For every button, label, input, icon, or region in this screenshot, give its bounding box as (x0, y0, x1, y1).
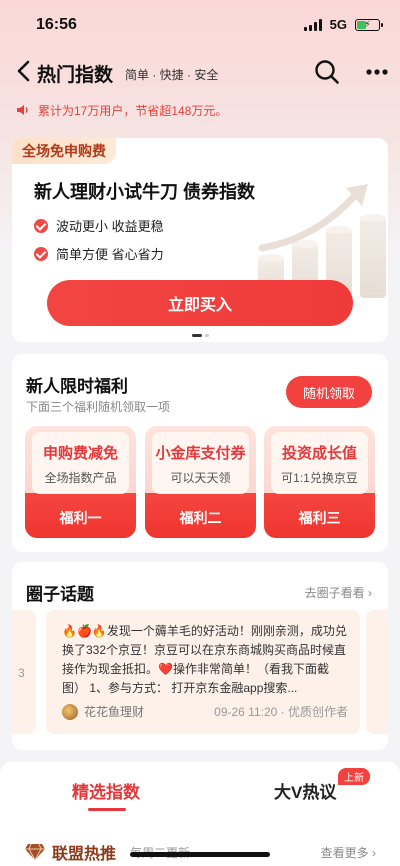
chevron-right-icon: › (368, 586, 372, 600)
benefits-title: 新人限时福利 (26, 377, 128, 396)
tab-bigv-discussion[interactable]: 大V热议 (274, 778, 336, 803)
benefits-card: 新人限时福利 下面三个福利随机领取一项 随机领取 申购费减免 全场指数产品 福利… (12, 354, 388, 552)
gem-icon (25, 843, 45, 861)
promo-card: 全场免申购费 新人理财小试牛刀 债券指数 波动更小 收益更稳 简单方便 省心省力… (12, 138, 388, 342)
tab-underline (88, 808, 126, 811)
author-name: 花花鱼理财 (84, 705, 145, 719)
post-card-prev[interactable]: 3 (12, 610, 36, 734)
battery-icon: ⚡ (355, 18, 383, 31)
back-icon[interactable] (14, 58, 36, 84)
post-text: 🔥🍎🔥发现一个薅羊毛的好活动！刚刚亲测，成功兑换了332个京豆！京豆可以在京东商… (62, 624, 347, 695)
notice-text: 累计为17万用户，节省超148万元。 (38, 103, 228, 118)
bottom-tabs-card: 精选指数 大V热议 上新 联盟热推 每周二更新 查看更多 › (0, 762, 400, 866)
chevron-right-icon: › (372, 846, 376, 860)
more-icon[interactable] (365, 68, 389, 76)
status-bar: 16:56 5G ⚡ (0, 0, 400, 50)
post-author: 花花鱼理财 (62, 703, 144, 720)
home-indicator[interactable] (130, 852, 270, 857)
status-time: 16:56 (36, 16, 77, 33)
speaker-icon (17, 105, 28, 115)
promo-title: 新人理财小试牛刀 债券指数 (34, 182, 255, 202)
promo-feature-label: 简单方便 省心省力 (56, 247, 164, 262)
benefits-subtitle: 下面三个福利随机领取一项 (26, 400, 171, 414)
post-card-next[interactable] (366, 610, 388, 734)
coupon-desc: 全场指数产品 (44, 471, 117, 485)
coupon-title: 投资成长值 (281, 445, 357, 462)
topics-more-link[interactable]: 去圈子看看 › (305, 584, 372, 601)
coupon-name: 福利三 (298, 510, 341, 526)
avatar (62, 703, 78, 720)
check-icon (34, 246, 48, 261)
page-subtitle: 简单 · 快捷 · 安全 (125, 68, 219, 82)
carousel-indicator (192, 334, 209, 337)
promo-feature-label: 波动更小 收益更稳 (56, 219, 164, 234)
search-icon[interactable] (314, 59, 340, 85)
coupon-desc: 可以天天领 (170, 471, 231, 485)
topics-more-label: 去圈子看看 (304, 586, 365, 600)
new-badge: 上新 (338, 768, 370, 785)
promo-feature: 波动更小 收益更稳 (34, 216, 164, 235)
coupon-desc: 可1:1兑换京豆 (281, 471, 358, 485)
coupon-name: 福利一 (59, 510, 102, 526)
topics-card: 圈子话题 去圈子看看 › 3 🔥🍎🔥发现一个薅羊毛的好活动！刚刚亲测，成功兑换了… (12, 562, 388, 750)
league-more-link[interactable]: 查看更多 › (321, 844, 376, 861)
promo-feature: 简单方便 省心省力 (34, 244, 164, 263)
post-meta: 09-26 11:20 · 优质创作者 (214, 705, 348, 719)
benefit-coupon[interactable]: 投资成长值 可1:1兑换京豆 福利三 (264, 426, 375, 538)
network-label: 5G (329, 17, 347, 32)
random-claim-button[interactable]: 随机领取 (286, 376, 372, 408)
post-fragment: 3 (18, 666, 25, 680)
benefit-coupon[interactable]: 申购费减免 全场指数产品 福利一 (25, 426, 136, 538)
coupon-title: 小金库支付券 (155, 445, 246, 462)
tab-selected-index[interactable]: 精选指数 (72, 778, 140, 803)
app-header: 热门指数 简单 · 快捷 · 安全 (0, 52, 400, 92)
page-title: 热门指数 (37, 65, 114, 86)
benefit-coupon[interactable]: 小金库支付券 可以天天领 福利二 (145, 426, 256, 538)
coupon-title: 申购费减免 (42, 445, 118, 462)
check-icon (34, 218, 48, 233)
buy-now-button[interactable]: 立即买入 (47, 280, 353, 326)
post-card[interactable]: 🔥🍎🔥发现一个薅羊毛的好活动！刚刚亲测，成功兑换了332个京豆！京豆可以在京东商… (46, 610, 360, 734)
league-more-label: 查看更多 (320, 846, 369, 860)
status-indicators: 5G ⚡ (303, 17, 383, 32)
promo-tag: 全场免申购费 (12, 138, 116, 164)
signal-icon (303, 18, 322, 31)
league-title: 联盟热推 (52, 846, 117, 863)
notice-bar: 累计为17万用户，节省超148万元。 (0, 96, 400, 124)
topics-title: 圈子话题 (26, 585, 94, 604)
coupon-name: 福利二 (179, 510, 222, 526)
